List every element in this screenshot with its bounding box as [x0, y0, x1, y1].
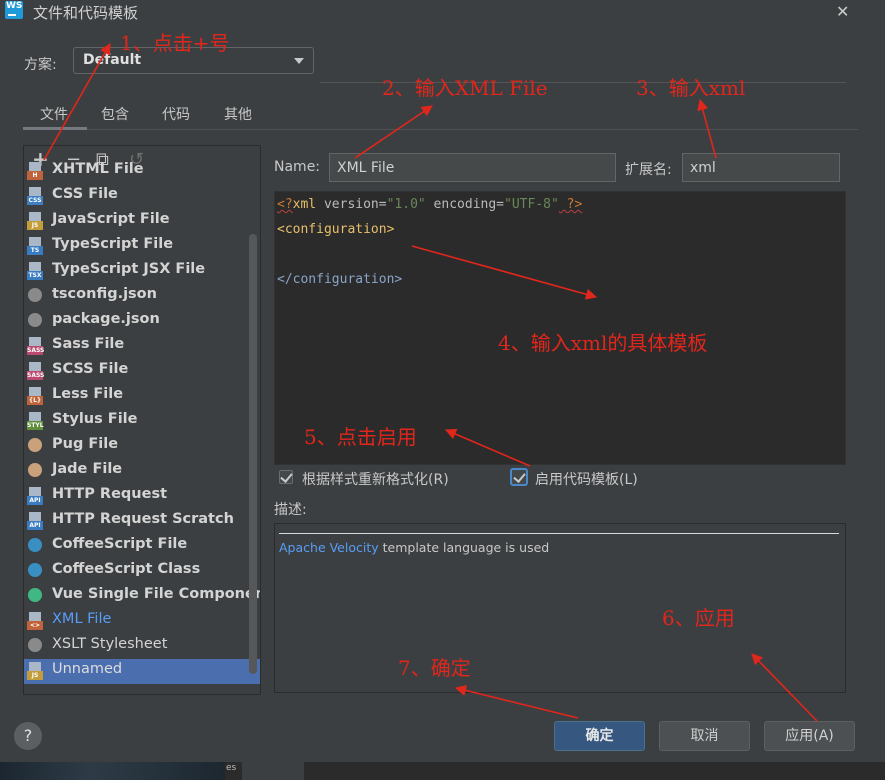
- arrow-2: [354, 105, 433, 159]
- arrow-7: [454, 684, 579, 719]
- arrow-5: [444, 428, 531, 467]
- arrow-6: [751, 653, 818, 722]
- arrow-3: [697, 98, 717, 159]
- annotation-arrows: [43, 43, 818, 722]
- arrow-4: [411, 245, 598, 300]
- arrow-1: [43, 43, 111, 161]
